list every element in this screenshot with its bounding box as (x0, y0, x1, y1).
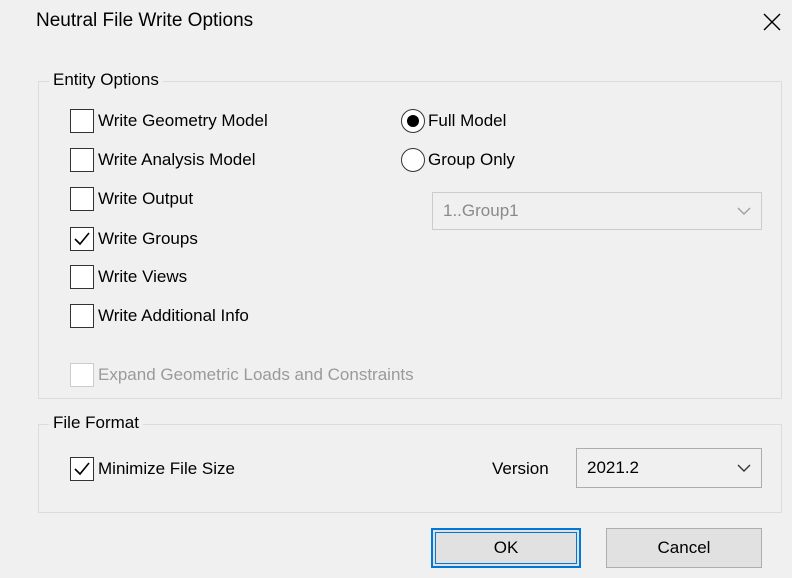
radio-circle (401, 148, 425, 172)
checkbox-label: Write Additional Info (98, 306, 249, 325)
checkbox-box (70, 265, 94, 289)
checkmark-icon (74, 232, 90, 246)
checkbox-label: Write Analysis Model (98, 150, 256, 169)
checkbox-box (70, 304, 94, 328)
checkbox-box (70, 363, 94, 387)
checkbox-box (70, 457, 94, 481)
radio-label: Group Only (428, 150, 515, 169)
checkbox-box (70, 227, 94, 251)
write-geometry-model-checkbox[interactable]: Write Geometry Model (70, 108, 268, 134)
group-select[interactable]: 1..Group1 (432, 192, 762, 230)
write-output-checkbox[interactable]: Write Output (70, 186, 193, 212)
minimize-file-size-checkbox[interactable]: Minimize File Size (70, 456, 235, 482)
close-button[interactable] (752, 2, 792, 42)
close-icon (763, 13, 781, 31)
chevron-down-icon (737, 207, 751, 215)
dialog-title: Neutral File Write Options (36, 10, 254, 31)
checkbox-box (70, 109, 94, 133)
file-format-label: File Format (49, 413, 143, 433)
entity-options-label: Entity Options (49, 70, 163, 90)
write-additional-info-checkbox[interactable]: Write Additional Info (70, 303, 249, 329)
group-only-radio[interactable]: Group Only (401, 147, 515, 173)
checkbox-label: Write Groups (98, 229, 198, 248)
version-label: Version (492, 459, 549, 478)
cancel-button[interactable]: Cancel (606, 528, 762, 568)
neutral-file-write-options-dialog: Neutral File Write Options Entity Option… (0, 0, 792, 578)
checkbox-label: Write Geometry Model (98, 111, 268, 130)
radio-dot (407, 115, 419, 127)
checkbox-box (70, 187, 94, 211)
checkbox-box (70, 148, 94, 172)
radio-label: Full Model (428, 111, 507, 130)
ok-button[interactable]: OK (431, 528, 581, 568)
full-model-radio[interactable]: Full Model (401, 108, 506, 134)
chevron-down-icon (737, 464, 751, 472)
radio-circle (401, 109, 425, 133)
group-select-value: 1..Group1 (443, 201, 519, 220)
checkbox-label: Write Output (98, 189, 194, 208)
checkbox-label: Write Views (98, 267, 188, 286)
write-views-checkbox[interactable]: Write Views (70, 264, 187, 290)
write-groups-checkbox[interactable]: Write Groups (70, 226, 198, 252)
version-select[interactable]: 2021.2 (576, 448, 762, 488)
checkbox-label: Minimize File Size (98, 459, 235, 478)
checkbox-label: Expand Geometric Loads and Constraints (98, 365, 414, 384)
expand-geometric-loads-checkbox[interactable]: Expand Geometric Loads and Constraints (70, 362, 414, 388)
version-select-value: 2021.2 (587, 458, 639, 477)
checkmark-icon (74, 462, 90, 476)
write-analysis-model-checkbox[interactable]: Write Analysis Model (70, 147, 255, 173)
